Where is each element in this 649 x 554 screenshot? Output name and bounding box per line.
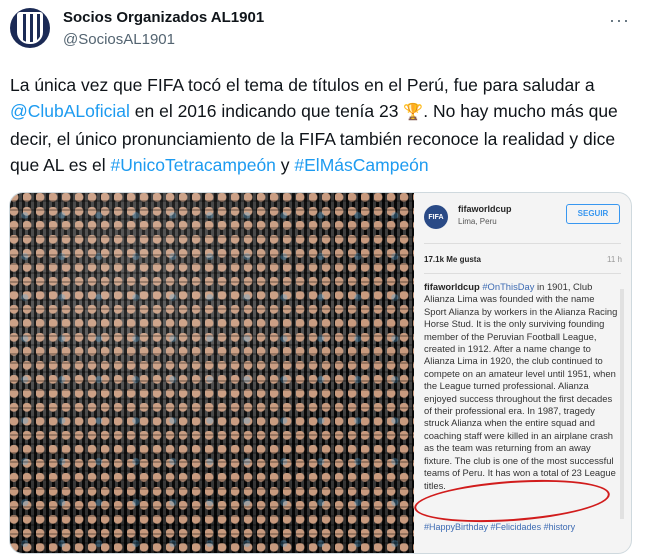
tweet-text-part: La única vez que FIFA tocó el tema de tí… (10, 75, 595, 95)
tweet-text: La única vez que FIFA tocó el tema de tí… (10, 72, 635, 178)
caption-user: fifaworldcup (424, 281, 480, 292)
embed-account: fifaworldcup (458, 204, 512, 214)
embed-time: 11 h (607, 255, 622, 264)
fifa-logo: FIFA (424, 205, 448, 229)
embed-scrollbar (620, 289, 624, 519)
avatar[interactable] (10, 8, 50, 48)
embed-caption: fifaworldcup #OnThisDay in 1901, Club Al… (424, 281, 618, 492)
divider (424, 273, 621, 274)
crowd-photo (10, 193, 414, 553)
hashtag-link[interactable]: #UnicoTetracampeón (111, 155, 276, 175)
tweet-text-part: en el 2016 indicando que tenía 23 (129, 101, 404, 121)
divider (424, 243, 621, 244)
caption-body: in 1901, Club Alianza Lima was founded w… (424, 281, 618, 491)
trophy-icon: 🏆 (403, 104, 424, 121)
tweet-text-part: y (275, 155, 295, 175)
embed-follow-button: SEGUIR (566, 204, 620, 224)
mention-link[interactable]: @ClubALoficial (10, 101, 130, 121)
club-crest-icon (17, 12, 43, 44)
caption-hashtag: #OnThisDay (482, 281, 535, 292)
author-name[interactable]: Socios Organizados AL1901 (63, 9, 264, 26)
embed-location: Lima, Peru (458, 217, 497, 226)
hashtag-link[interactable]: #ElMásCampeón (294, 155, 428, 175)
embed-likes: 17.1k Me gusta (424, 255, 481, 264)
author-handle[interactable]: @SociosAL1901 (63, 31, 175, 48)
embed-hashtags: #HappyBirthday #Felicidades #history (424, 522, 576, 532)
more-options-icon[interactable]: ··· (609, 10, 630, 31)
